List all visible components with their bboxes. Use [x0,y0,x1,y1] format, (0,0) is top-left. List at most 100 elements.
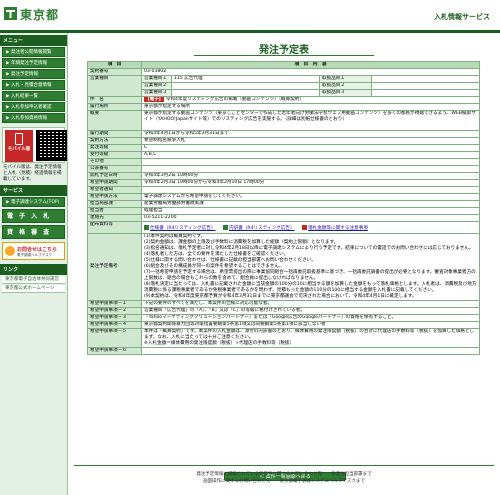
business-row-value [171,82,320,90]
table-row: 件 名 【電子】 令和4年度リスティング広告の掲載（動画コンテンツ）（概算契約） [87,96,481,104]
open-date-label: 開札予定日時 [87,172,142,180]
mobile-phone-icon [15,133,23,145]
summary: 東京都が指定する動画コンテンツ（東京しごとセンターで作成した若年者向け労働法学習… [140,110,481,131]
delivery-place-label: 履行場所 [87,103,142,111]
extra-label: 希望申請事項－６ [87,347,142,355]
link-shared-operation[interactable]: 東京都電子自治体共同運営 [2,276,65,284]
extra-value: 下記の要件のすべてを満たし、本案件の仕様に対応可能な者。 [140,300,481,308]
file-icon [223,225,229,230]
apply-condition [140,186,481,194]
note-item: (7)一括希望申請を予定する場合は、希望票提出の際に事業協同組合一括再委託取扱基… [144,270,476,281]
business-row-value [171,89,320,97]
extra-value [140,347,481,355]
period: 令和4年4月1日から令和5年3月31日まで [140,130,481,138]
contract-method: 希望制指名競争入札 [140,137,481,145]
table-row: その他 [87,158,481,166]
sidebar-service-title: サービス [0,185,67,196]
doc-link-spec[interactable]: 仕様書（R4リスティング広告） [150,226,216,231]
business-row-name: 営業種目２ [141,82,172,90]
business-row-type-value [370,89,481,97]
table-row: 配布資料等 仕様書（R4リスティング広告） 内訳書（R4リスティング広告） 落札… [87,221,481,234]
sidebar-item-annual-plan[interactable]: ▶ 年間発注予定情報 [2,58,65,68]
open-date: 令和4年3月2日 10時00分 [140,172,481,180]
help-icon [5,246,15,256]
table-row: 契約方法 希望制指名競争入札 [87,137,481,145]
site-logo[interactable]: 東京都 [20,6,59,23]
note-item: (8)落札決定に当たっては、入札書に記載された金額に当該金額の100分の10に相… [144,282,477,293]
table-row: 受付等級 A,B,C [87,151,481,159]
extra-label: 希望申請事項－５ [87,328,142,348]
tokyo-logo-icon [4,7,17,20]
sidebar-links-title: リンク [0,264,67,275]
mobile-version-box[interactable]: モバイル版 [2,127,67,163]
notes: (1)本件契約は概算契約です。 (2)契約金額は、課金額の上限及び手数料に消費税… [140,233,481,301]
order-detail-table: 項 目 項 目 内 容 契約番号 03-03802 営業種目 営業種目１ 115… [87,61,481,355]
table-row: 希望申請事項－１ 下記の要件のすべてを満たし、本案件の仕様に対応可能な者。 [87,300,481,308]
table-row: 希望申請方法 電子調達システムから希望申請をしてください。 [87,193,481,201]
table-row: 発注予定備考 (1)本件契約は概算契約です。 (2)契約金額は、課金額の上限及び… [87,233,481,301]
business-category-label: 営業種目 [87,75,142,97]
mobile-note: モバイル版は、発注予定情報と入札（見積）経過情報を掲載しています。 [3,165,62,182]
sidebar-item-bid-agreement[interactable]: ▶ 入札・見積合意情報 [2,80,65,90]
sidebar: メニュー ▶ 発注者公開情報閲覧 ▶ 年間発注予定情報 ▶ 発注予定情報 ▶ 入札・見積… [0,33,68,495]
business-row-type-value [370,75,481,83]
table-row: 連絡先 03-5211-2200 [87,214,481,222]
dept-label: 担当局部課 [87,200,142,208]
apply-method-label: 希望申請方法 [87,193,142,201]
table-row: 担当局部課 産業労働局労働部労働政策課 [87,200,481,208]
table-row: 履行場所 東京都が指定する場所 [87,103,481,111]
doc-link-breakdown[interactable]: 内訳書（R4リスティング広告） [229,226,295,231]
extra-value: 営業種目「広告代理」の「A」、「B」又は「C」の等級に格付けされている者。 [140,307,481,315]
doc-link-notice[interactable]: 落札金額等に関する注意事項 [308,226,368,231]
table-row: 発注等級 C [87,144,481,152]
sidebar-item-public-info[interactable]: ▶ 発注者公開情報閲覧 [2,47,65,57]
table-row: 履行期間 令和4年4月1日から令和5年3月31日まで [87,130,481,138]
table-row: 公表番号 [87,165,481,173]
phone-label: 連絡先 [87,214,142,222]
business-row-name: 営業種目３ [141,89,172,97]
electronic-tag: 【電子】 [144,97,165,102]
sidebar-menu-title: メニュー [0,35,67,46]
subject-text: 令和4年度リスティング広告の掲載（動画コンテンツ）（概算契約） [165,97,305,103]
extra-label: 希望申請事項－３ [87,314,142,322]
extra-value: 『Yahooマーケティングソリューションパートナー』または『Google広告のG… [140,314,481,322]
inquiry-banner[interactable]: お問合せはこちら 電子調達ヘルプデスク [2,242,65,260]
sidebar-item-qualification[interactable]: ▶ 入札参加資格情報 [2,113,65,123]
business-row-type-value [370,82,481,90]
table-header-item: 項 目 [87,61,142,69]
footer-contact-helpdesk: 画面操作に関するお問い合わせ先 東京都電子調達システムヘルプデスクまで [203,479,365,484]
electronic-bid-button[interactable]: 電 子 入 札 [2,209,65,223]
sidebar-item-bid-results[interactable]: ▶ 入札結果一覧 [2,91,65,101]
sidebar-item-order-plan[interactable]: ▶ 発注予定情報 [2,69,65,79]
table-row: 営業種目２ 取扱品目２ [88,82,481,90]
mobile-badge: モバイル版 [5,130,33,162]
link-official-homepage[interactable]: 東京都公式ホームページ [2,285,65,293]
table-row: 希望申請期間 令和4年2月3日 10時00分から令和4年2月10日 17時00分 [87,179,481,187]
sidebar-item-procurement-top[interactable]: ▶ 電子調達システム(TOP) [2,197,65,207]
table-row: 営業種目 営業種目１ 115 広告代理 取扱品目１ [87,75,481,97]
apply-method: 電子調達システムから希望申請をしてください。 [140,193,481,201]
business-row-value: 115 広告代理 [171,75,320,83]
dept: 産業労働局労働部労働政策課 [140,200,481,208]
table-row: 希望申請事項－２ 営業種目「広告代理」の「A」、「B」又は「C」の等級に格付けさ… [87,307,481,315]
contract-number: 03-03802 [140,68,481,76]
business-row-type: 取扱品目１ [319,75,372,83]
title-underline [194,55,374,56]
period-label: 履行期間 [87,130,142,138]
summary-label: 概要 [87,110,142,131]
notice-value [140,165,481,173]
notes-label: 発注予定備考 [87,233,142,301]
notice-label: 公表番号 [87,165,142,173]
accept: A,B,C [140,151,481,159]
extra-label: 希望申請事項－２ [87,307,142,315]
extra-label: 希望申請事項－４ [87,321,142,329]
table-row: 希望者通知 [87,186,481,194]
table-row: 希望申請事項－６ [87,347,481,355]
contract-method-label: 契約方法 [87,137,142,145]
sidebar-item-applicants[interactable]: ▶ 入札参加申込者確認 [2,102,65,112]
extra-value: 本件は「概算契約」です。本案件の入札金額は、添付の内訳書のとおり、媒体費用の発注… [140,328,481,348]
apply-condition-label: 希望者通知 [87,186,142,194]
other [140,158,481,166]
qualification-review-button[interactable]: 資 格 審 査 [2,225,65,239]
table-row: 希望申請事項－５ 本件は「概算契約」です。本案件の入札金額は、添付の内訳書のとお… [87,328,481,348]
